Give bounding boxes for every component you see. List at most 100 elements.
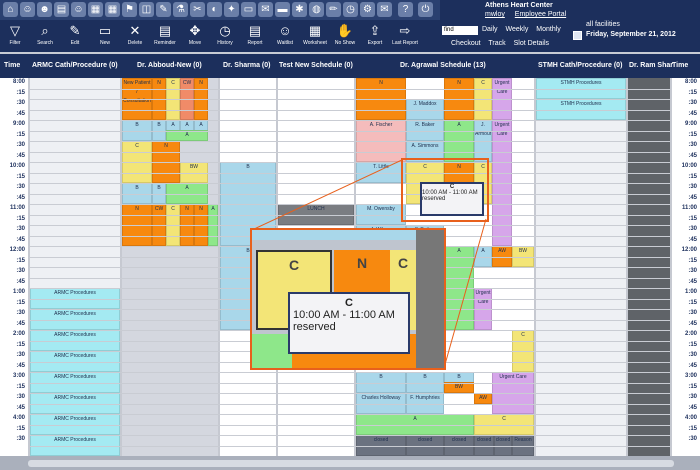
folder-icon[interactable]: ▬ bbox=[275, 2, 290, 17]
time-label: :30 bbox=[688, 142, 697, 148]
time-label: :15 bbox=[688, 341, 697, 348]
move-button[interactable]: ✥ Move bbox=[182, 22, 208, 50]
delete-button[interactable]: ✕ Delete bbox=[122, 22, 148, 50]
calendar-icon[interactable]: ▦ bbox=[88, 2, 103, 17]
power-icon[interactable]: ⏻ bbox=[418, 2, 433, 17]
grid-line bbox=[30, 372, 670, 373]
report-button[interactable]: ▤ Report bbox=[242, 22, 268, 50]
time-label: :15 bbox=[16, 131, 25, 138]
worksheet-button[interactable]: ▦ Worksheet bbox=[302, 22, 328, 50]
users-icon[interactable]: ☻ bbox=[37, 2, 52, 17]
flag-icon[interactable]: ⚑ bbox=[122, 2, 137, 17]
employee-portal-link[interactable]: Employee Portal bbox=[515, 11, 566, 18]
test-schedule-header[interactable]: Test New Schedule (0) bbox=[279, 62, 353, 69]
scrollbar-track[interactable] bbox=[28, 460, 674, 467]
time-label: :15 bbox=[688, 257, 697, 264]
group-icon[interactable]: ☺ bbox=[71, 2, 86, 17]
time-label: 3:00 bbox=[684, 373, 697, 379]
facility-selector[interactable]: all facilities bbox=[586, 21, 620, 28]
wrench-icon[interactable]: ✂ bbox=[190, 2, 205, 17]
history-button[interactable]: ◷ History bbox=[212, 22, 238, 50]
grid-line bbox=[30, 214, 670, 216]
export-icon: ⇪ bbox=[369, 23, 381, 38]
appointment-slot[interactable]: BW bbox=[444, 382, 474, 393]
track-link[interactable]: Track bbox=[488, 40, 505, 47]
time-label: 4:00 bbox=[684, 415, 697, 421]
time-label: :45 bbox=[16, 152, 25, 159]
home-icon[interactable]: ⌂ bbox=[3, 2, 18, 17]
globe-icon[interactable]: ◍ bbox=[309, 2, 324, 17]
user-link[interactable]: mwloy bbox=[485, 11, 505, 18]
tools-icon[interactable]: ✎ bbox=[156, 2, 171, 17]
armc-header[interactable]: ARMC Cath/Procedure (0) bbox=[32, 62, 118, 69]
no-show-button[interactable]: ✋ No Show bbox=[332, 22, 358, 50]
appointment-slot[interactable]: AW bbox=[474, 393, 492, 404]
reminder-button[interactable]: ▤ Reminder bbox=[152, 22, 178, 50]
filter-button[interactable]: ▽ Filter bbox=[2, 22, 28, 50]
time-label: :30 bbox=[16, 394, 25, 400]
search-button[interactable]: ⌕ Search bbox=[32, 22, 58, 50]
chart-icon[interactable]: ◫ bbox=[139, 2, 154, 17]
time-label: :30 bbox=[16, 268, 25, 274]
top-bar: ⌂ ☺ ☻ ▤ ☺ ▦ ▦ ⚑ ◫ ✎ ⚗ ✂ ◐ ✦ ▭ ✉ ▬ ✱ ◍ ✏ … bbox=[0, 0, 700, 52]
time-label: :15 bbox=[16, 341, 25, 348]
grid-line bbox=[30, 393, 670, 394]
time-label: :45 bbox=[16, 320, 25, 327]
mail-icon[interactable]: ✉ bbox=[377, 2, 392, 17]
export-button[interactable]: ⇪ Export bbox=[362, 22, 388, 50]
move-icon: ✥ bbox=[189, 23, 201, 38]
slot-details-link[interactable]: Slot Details bbox=[514, 40, 549, 47]
subnav: Checkout Track Slot Details bbox=[451, 40, 555, 47]
calendar-icon[interactable] bbox=[573, 31, 582, 40]
grid-icon[interactable]: ▦ bbox=[105, 2, 120, 17]
key-icon[interactable]: ✦ bbox=[224, 2, 239, 17]
pill-icon[interactable]: ◐ bbox=[207, 2, 222, 17]
grid-line bbox=[30, 88, 670, 90]
time-label: :30 bbox=[688, 310, 697, 316]
abboud-header[interactable]: Dr. Abboud-New (0) bbox=[137, 62, 202, 69]
tab-daily[interactable]: Daily bbox=[482, 26, 498, 33]
time-column: 8:00:15:30:45 9:00:15:30:45 10:00:15:30:45… bbox=[0, 78, 28, 456]
column-headers: Time ARMC Cath/Procedure (0) Dr. Abboud-… bbox=[0, 54, 700, 78]
user-icon[interactable]: ☺ bbox=[20, 2, 35, 17]
grid-line bbox=[30, 445, 670, 447]
filter-icon: ▽ bbox=[10, 23, 20, 38]
last-report-button[interactable]: ⇨ Last Report bbox=[392, 22, 418, 50]
time-label: :15 bbox=[688, 131, 697, 138]
time-label: :15 bbox=[688, 173, 697, 180]
clock-icon[interactable]: ◷ bbox=[343, 2, 358, 17]
bar-chart-icon[interactable]: ▤ bbox=[54, 2, 69, 17]
compass-icon[interactable]: ✱ bbox=[292, 2, 307, 17]
waitlist-button[interactable]: ☺ Waitlist bbox=[272, 22, 298, 50]
help-icon[interactable]: ? bbox=[398, 2, 413, 17]
time-label: :30 bbox=[16, 100, 25, 106]
time-label: :30 bbox=[16, 184, 25, 190]
find-input[interactable]: find bbox=[442, 26, 478, 35]
ram-header[interactable]: Dr. Ram Shar bbox=[629, 62, 673, 69]
time-label: :45 bbox=[688, 362, 697, 369]
sharma-header[interactable]: Dr. Sharma (0) bbox=[223, 62, 270, 69]
no-show-icon: ✋ bbox=[336, 23, 354, 38]
tab-weekly[interactable]: Weekly bbox=[506, 26, 529, 33]
time-label: :45 bbox=[688, 404, 697, 411]
agrawal-header[interactable]: Dr. Agrawal Schedule (13) bbox=[400, 62, 486, 69]
time-label: 3:00 bbox=[12, 373, 25, 379]
checkout-link[interactable]: Checkout bbox=[451, 40, 481, 47]
edit-button[interactable]: ✎ Edit bbox=[62, 22, 88, 50]
stmh-header[interactable]: STMH Cath/Procedure (0) bbox=[538, 62, 622, 69]
tab-monthly[interactable]: Monthly bbox=[536, 26, 561, 33]
time-label: :15 bbox=[688, 299, 697, 306]
document-icon[interactable]: ▭ bbox=[241, 2, 256, 17]
time-label: :15 bbox=[16, 173, 25, 180]
time-label: :15 bbox=[16, 425, 25, 432]
flask-icon[interactable]: ⚗ bbox=[173, 2, 188, 17]
gear-icon[interactable]: ⚙ bbox=[360, 2, 375, 17]
new-button[interactable]: ▭ New bbox=[92, 22, 118, 50]
pencil-icon[interactable]: ✏ bbox=[326, 2, 341, 17]
time-label: 10:00 bbox=[9, 163, 25, 169]
appointment-slot[interactable]: A bbox=[166, 130, 208, 141]
worksheet-icon: ▦ bbox=[308, 23, 322, 38]
delete-icon: ✕ bbox=[129, 23, 141, 38]
time-label: :45 bbox=[688, 278, 697, 285]
note-icon[interactable]: ✉ bbox=[258, 2, 273, 17]
